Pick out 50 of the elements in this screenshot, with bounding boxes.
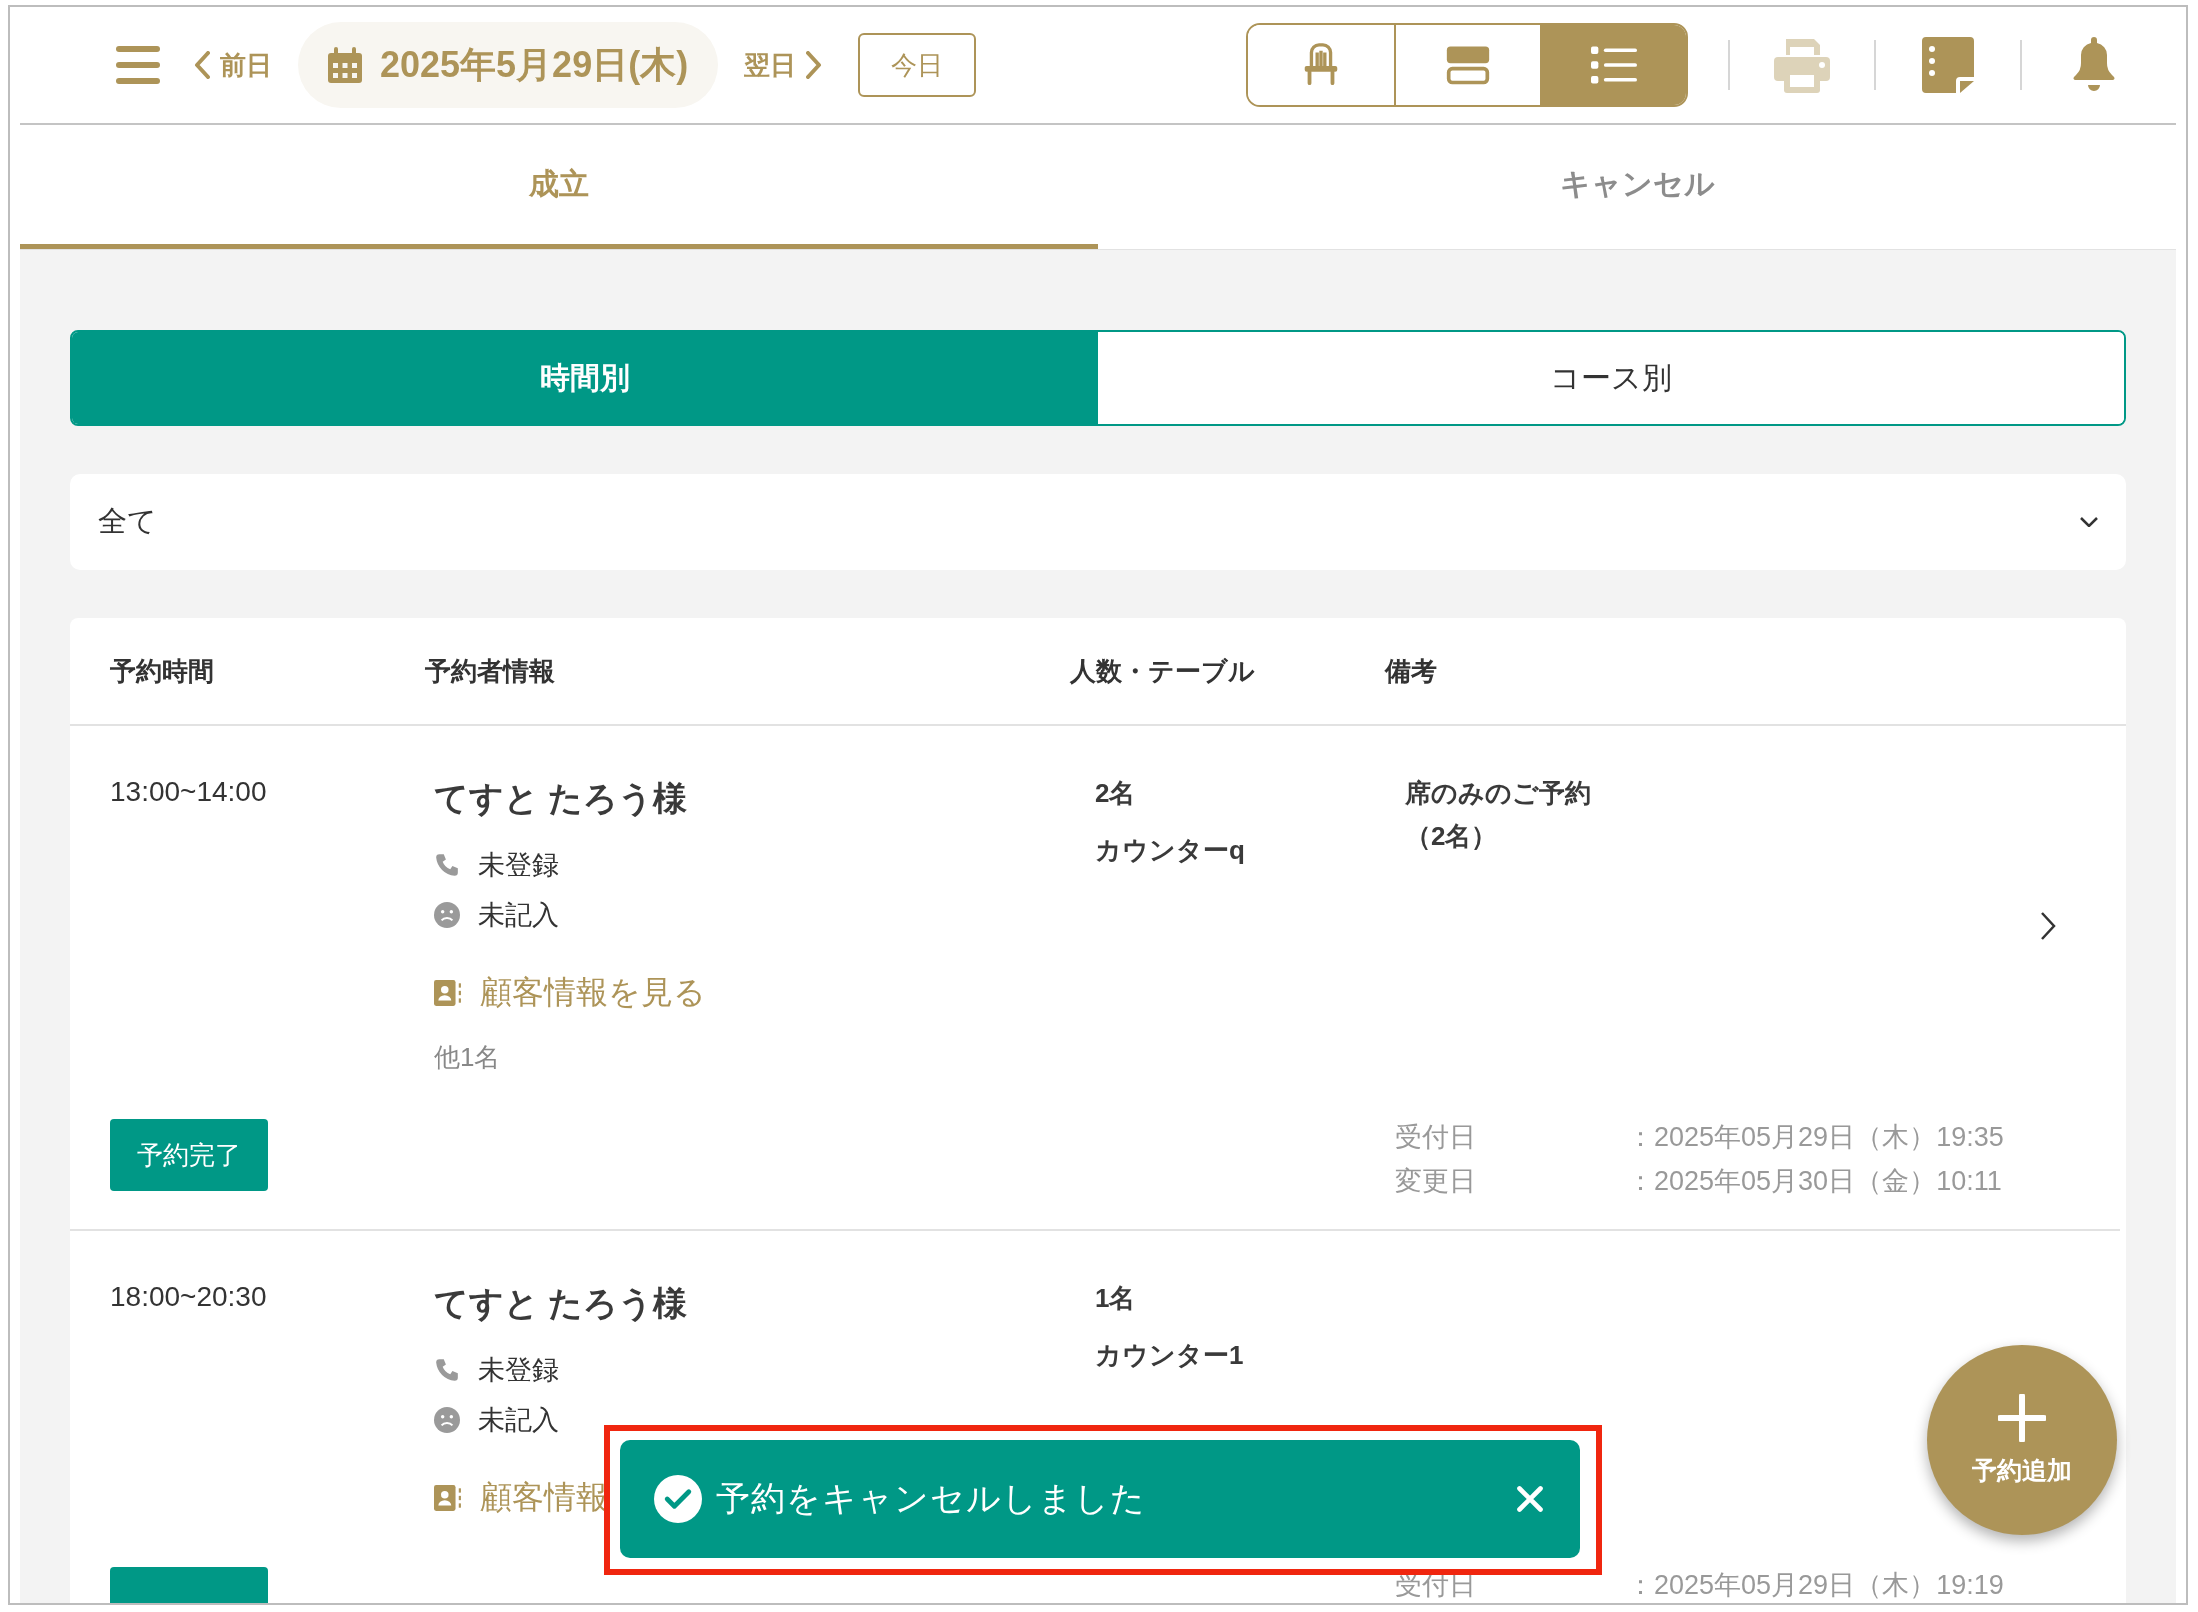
check-icon bbox=[654, 1475, 702, 1523]
plus-icon bbox=[1998, 1393, 2046, 1442]
next-day-button[interactable]: 翌日 bbox=[732, 47, 835, 83]
column-header: 予約者情報 bbox=[425, 654, 556, 688]
date-picker[interactable]: 2025年5月29日(木) bbox=[298, 22, 719, 108]
chevron-right-icon[interactable] bbox=[2040, 910, 2056, 941]
date-value: ：2025年05月30日（金）10:11 bbox=[1627, 1165, 2002, 1198]
party-size: 2名 bbox=[1095, 777, 1137, 810]
phone-status: 未登録 bbox=[478, 849, 559, 882]
column-header: 人数・テーブル bbox=[1070, 654, 1256, 688]
today-button[interactable]: 今日 bbox=[858, 33, 977, 97]
status-button[interactable]: 予約完了 bbox=[110, 1119, 268, 1191]
table-name: カウンター1 bbox=[1095, 1339, 1245, 1372]
previous-day-button[interactable]: 前日 bbox=[182, 47, 284, 83]
phone-status: 未登録 bbox=[478, 1354, 559, 1387]
customer-name: てすと たろう様 bbox=[434, 1283, 689, 1324]
calendar-icon bbox=[328, 47, 362, 83]
party-size: 1名 bbox=[1095, 1282, 1137, 1315]
customer-info-link[interactable]: 顧客情報 bbox=[480, 1476, 608, 1520]
customer-info-link[interactable]: 顧客情報を見る bbox=[480, 971, 706, 1015]
toast-message: 予約をキャンセルしました bbox=[716, 1478, 1147, 1519]
date-value: ：2025年05月29日（木）19:35 bbox=[1627, 1121, 2004, 1154]
phone-icon bbox=[434, 1357, 460, 1383]
chevron-right-icon bbox=[806, 51, 823, 79]
companion-count: 他1名 bbox=[434, 1041, 502, 1074]
date-label: 受付日 bbox=[1395, 1121, 1477, 1154]
time-range: 13:00~14:00 bbox=[110, 776, 267, 807]
remark-text: （2名） bbox=[1405, 820, 1499, 853]
grouping-tab[interactable]: 時間別 bbox=[72, 332, 1098, 424]
contact-card-icon bbox=[434, 979, 462, 1007]
phone-icon bbox=[434, 852, 460, 878]
sad-face-icon bbox=[434, 902, 460, 928]
note-status: 未記入 bbox=[478, 899, 559, 932]
menu-icon[interactable] bbox=[116, 46, 160, 84]
chevron-down-icon bbox=[2080, 517, 2098, 527]
table-name: カウンターq bbox=[1095, 834, 1246, 867]
remark-text: 席のみのご予約 bbox=[1405, 777, 1592, 810]
customer-name: てすと たろう様 bbox=[434, 778, 689, 819]
time-range: 18:00~20:30 bbox=[110, 1281, 267, 1312]
note-status: 未記入 bbox=[478, 1404, 559, 1437]
sad-face-icon bbox=[434, 1407, 460, 1433]
chevron-left-icon bbox=[194, 51, 210, 79]
date-value: ：2025年05月29日（木）19:19 bbox=[1627, 1569, 2004, 1602]
contact-card-icon bbox=[434, 1484, 462, 1512]
list-view-button[interactable] bbox=[1540, 25, 1686, 105]
date-label: 変更日 bbox=[1395, 1165, 1477, 1198]
column-header: 備考 bbox=[1385, 654, 1438, 688]
close-icon[interactable] bbox=[1516, 1485, 1544, 1513]
filter-dropdown[interactable]: 全て bbox=[70, 474, 2126, 570]
column-header: 予約時間 bbox=[110, 654, 215, 688]
